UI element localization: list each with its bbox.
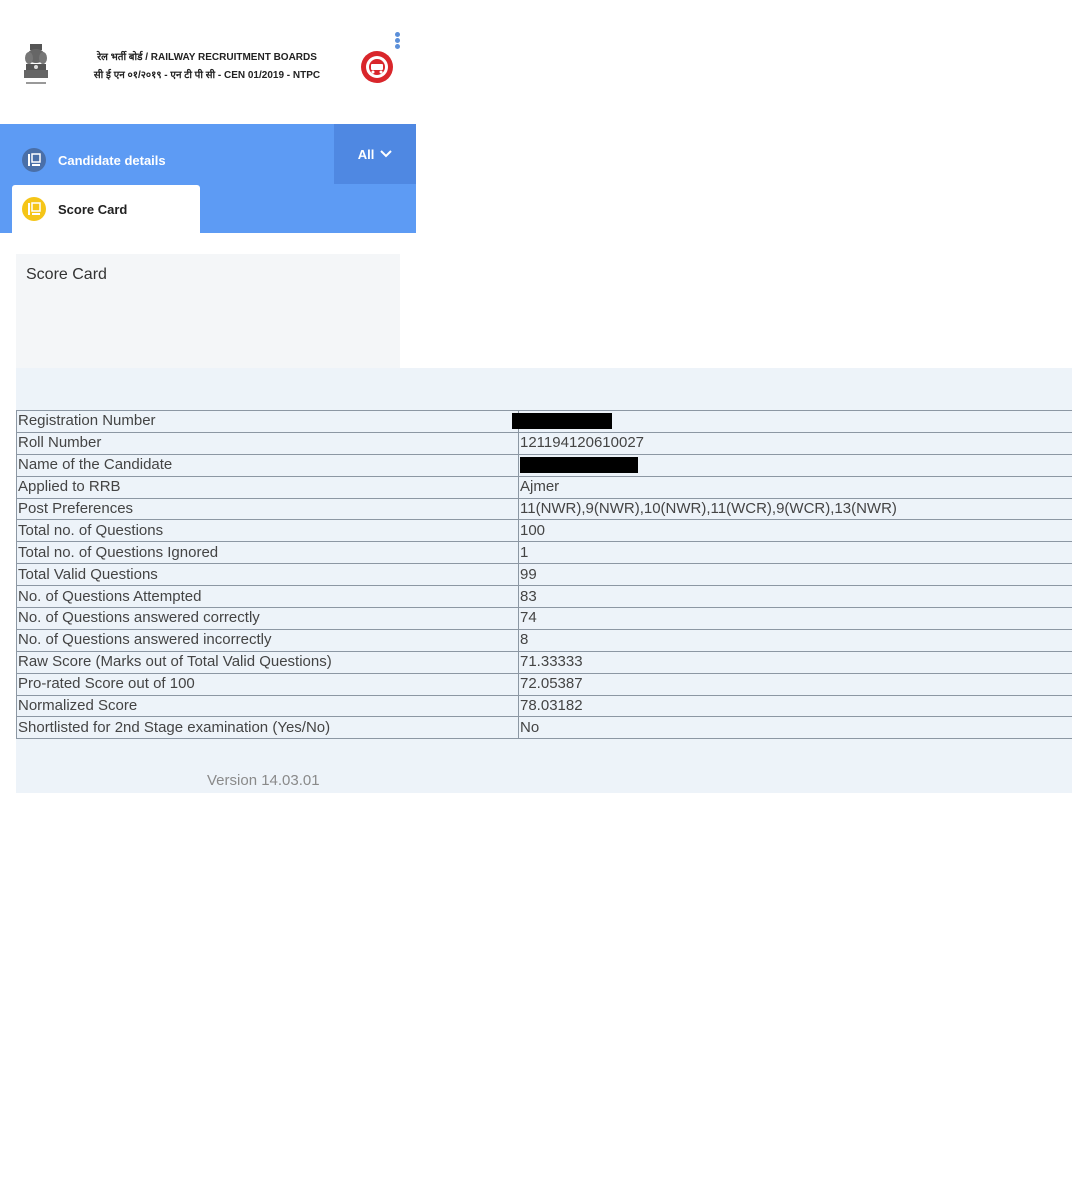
row-value: 72.05387 — [518, 672, 1072, 696]
row-label: Total no. of Questions — [16, 519, 519, 543]
row-value: 83 — [518, 585, 1072, 609]
nav-candidate-details[interactable]: Candidate details — [22, 148, 166, 172]
page: रेल भर्ती बोर्ड / RAILWAY RECRUITMENT BO… — [0, 0, 1072, 1200]
table-row: Raw Score (Marks out of Total Valid Ques… — [16, 650, 1072, 674]
row-value: 74 — [518, 607, 1072, 630]
row-value — [512, 410, 1072, 433]
table-row: Name of the Candidate — [16, 453, 1072, 477]
row-label: Raw Score (Marks out of Total Valid Ques… — [16, 650, 519, 674]
row-label: Total no. of Questions Ignored — [16, 541, 519, 565]
table-row: Total Valid Questions 99 — [16, 563, 1072, 587]
row-value: 71.33333 — [518, 650, 1072, 674]
table-row: Registration Number — [16, 410, 1072, 433]
row-value: 11(NWR),9(NWR),10(NWR),11(WCR),9(WCR),13… — [518, 497, 1072, 521]
row-value: 121194120610027 — [518, 431, 1072, 455]
header-title: रेल भर्ती बोर्ड / RAILWAY RECRUITMENT BO… — [62, 50, 352, 86]
national-emblem-icon — [24, 44, 48, 84]
redaction-block — [512, 413, 612, 430]
filter-dropdown[interactable]: All — [334, 124, 416, 184]
table-row: No. of Questions answered incorrectly 8 — [16, 628, 1072, 652]
row-value: 99 — [518, 563, 1072, 587]
nav-bar: Candidate details Score Card All — [0, 124, 416, 233]
score-table-area: Registration Number Roll Number 12119412… — [16, 368, 1072, 793]
table-row: Roll Number 121194120610027 — [16, 431, 1072, 455]
app-header: रेल भर्ती बोर्ड / RAILWAY RECRUITMENT BO… — [0, 0, 416, 124]
header-title-line1: रेल भर्ती बोर्ड / RAILWAY RECRUITMENT BO… — [97, 52, 317, 63]
railway-logo-icon — [361, 51, 393, 83]
nav-candidate-details-label: Candidate details — [58, 152, 166, 168]
row-value — [518, 453, 1072, 477]
row-label: Total Valid Questions — [16, 563, 519, 587]
row-value: Ajmer — [518, 475, 1072, 499]
version-text: Version 14.03.01 — [207, 772, 320, 789]
table-row: No. of Questions answered correctly 74 — [16, 607, 1072, 630]
row-label: Normalized Score — [16, 694, 519, 718]
table-row: Applied to RRB Ajmer — [16, 475, 1072, 499]
row-label: No. of Questions Attempted — [16, 585, 519, 609]
chevron-down-icon — [380, 150, 393, 158]
score-table: Registration Number Roll Number 12119412… — [16, 410, 1072, 740]
row-value: 1 — [518, 541, 1072, 565]
table-row: Normalized Score 78.03182 — [16, 694, 1072, 718]
kebab-menu-icon[interactable] — [394, 32, 402, 52]
redaction-block — [520, 457, 638, 474]
table-row: Total no. of Questions Ignored 1 — [16, 541, 1072, 565]
table-row: Shortlisted for 2nd Stage examination (Y… — [16, 716, 1072, 740]
row-label: Shortlisted for 2nd Stage examination (Y… — [16, 716, 519, 740]
row-value: No — [518, 716, 1072, 740]
nav-score-card[interactable]: Score Card — [12, 185, 200, 233]
row-label: No. of Questions answered incorrectly — [16, 628, 519, 652]
row-label: Registration Number — [16, 410, 519, 433]
row-label: Roll Number — [16, 431, 519, 455]
row-label: Post Preferences — [16, 497, 519, 521]
row-label: No. of Questions answered correctly — [16, 607, 519, 630]
id-card-icon — [22, 197, 46, 221]
row-label: Name of the Candidate — [16, 453, 519, 477]
filter-dropdown-label: All — [357, 146, 375, 162]
table-row: Post Preferences 11(NWR),9(NWR),10(NWR),… — [16, 497, 1072, 521]
table-row: Pro-rated Score out of 100 72.05387 — [16, 672, 1072, 696]
row-value: 78.03182 — [518, 694, 1072, 718]
table-row: Total no. of Questions 100 — [16, 519, 1072, 543]
nav-score-card-label: Score Card — [58, 201, 128, 217]
header-title-line2: सी ई एन ०१/२०१९ - एन टी पी सी - CEN 01/2… — [93, 70, 321, 81]
table-row: No. of Questions Attempted 83 — [16, 585, 1072, 609]
row-value: 100 — [518, 519, 1072, 543]
id-card-icon — [22, 148, 46, 172]
row-label: Applied to RRB — [16, 475, 519, 499]
score-card-panel: Score Card — [16, 254, 400, 368]
score-card-title: Score Card — [26, 266, 107, 283]
row-label: Pro-rated Score out of 100 — [16, 672, 519, 696]
row-value: 8 — [518, 628, 1072, 652]
